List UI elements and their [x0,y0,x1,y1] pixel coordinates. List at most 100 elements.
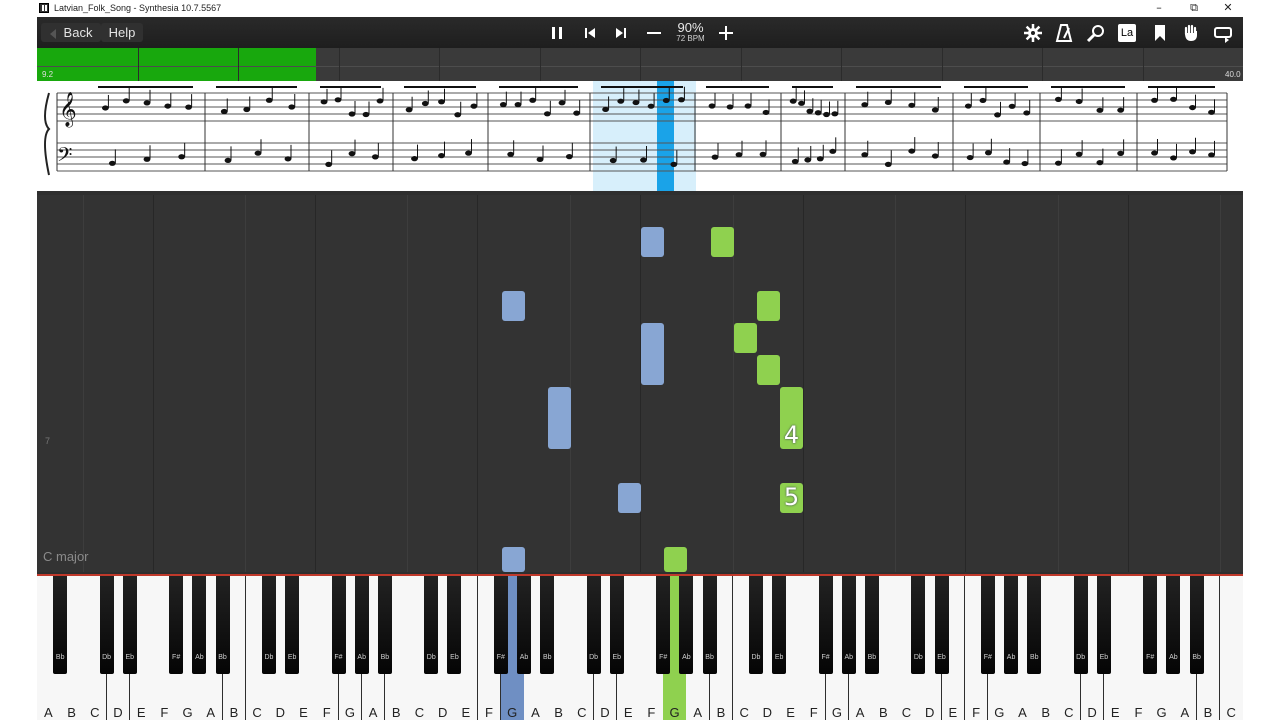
black-key[interactable]: Db [586,576,601,674]
black-key[interactable]: Bb [215,576,230,674]
piano-keyboard[interactable]: ABCDEFGABCDEFGABCDEFGABCDEFGABCDEFGABCDE… [37,576,1243,720]
black-key[interactable]: F# [493,576,508,674]
note-head [102,105,109,111]
black-key[interactable]: Eb [934,576,949,674]
hand-icon[interactable] [1180,22,1202,44]
note-head [178,154,186,160]
black-key[interactable]: Db [261,576,276,674]
progress-start-label: 9.2 [42,70,54,79]
note-head [979,97,987,104]
black-key[interactable]: Bb [1189,576,1204,674]
tempo-increase-icon[interactable] [715,22,737,44]
note-labels-icon[interactable]: La [1116,22,1138,44]
note-head [1096,107,1104,113]
white-key-label: C [1064,705,1074,720]
close-icon[interactable]: ✕ [1211,0,1245,17]
black-key[interactable]: Db [748,576,763,674]
progress-fill [37,48,316,81]
note-head [602,106,609,113]
black-key[interactable]: Eb [1096,576,1111,674]
window-title: Latvian_Folk_Song - Synthesia 10.7.5567 [54,3,222,13]
black-key-label: Eb [287,654,297,661]
falling-note-left [641,227,664,257]
tempo-display: 90% 72 BPM [674,21,707,43]
black-key[interactable]: Bb [1027,576,1042,674]
black-key[interactable]: Bb [53,576,68,674]
note-head [861,152,869,158]
white-key-label: E [948,705,958,720]
black-key[interactable]: Ab [192,576,207,674]
note-head [609,157,617,164]
black-key[interactable]: F# [169,576,184,674]
black-key[interactable]: Ab [1166,576,1181,674]
note-head [108,160,116,166]
black-key[interactable]: F# [331,576,346,674]
note-head [421,100,429,107]
black-key-label: Eb [774,654,784,661]
white-key-label: D [924,705,935,720]
black-key-label: Eb [450,654,459,661]
black-key[interactable]: F# [818,576,833,674]
white-key-label: G [182,705,193,720]
note-head [348,151,356,157]
black-key[interactable]: Ab [1004,576,1019,674]
white-key-label: E [299,705,308,720]
settings-gear-icon[interactable] [1022,22,1044,44]
white-key[interactable]: C [1219,576,1243,720]
pause-icon[interactable] [546,22,568,44]
black-key-label: Ab [844,654,853,661]
skip-back-icon[interactable] [579,22,601,44]
black-key[interactable]: Db [99,576,114,674]
black-key[interactable]: Bb [377,576,392,674]
note-head [411,156,418,162]
black-key[interactable]: Db [1073,576,1088,674]
sheet-music-strip[interactable]: 𝄞 𝄢 [37,81,1243,191]
back-arrow-icon [49,28,56,39]
note-head [405,107,413,113]
black-key[interactable]: F# [656,576,671,674]
black-key[interactable]: Bb [864,576,879,674]
help-button[interactable]: Help [101,23,143,42]
white-key-label: C [1226,705,1236,720]
black-key[interactable]: Eb [122,576,137,674]
white-key-label: C [739,705,749,720]
black-key-label: F# [821,654,830,661]
black-key[interactable]: Db [424,576,439,674]
black-key[interactable]: Ab [679,576,694,674]
note-head [122,98,130,104]
note-head [1189,104,1196,111]
progress-tick [1042,48,1043,81]
black-key[interactable]: Eb [285,576,300,674]
black-key[interactable]: Eb [447,576,462,674]
guide-line [965,195,966,572]
black-key-label: F# [496,654,505,661]
note-head [984,150,992,156]
black-key[interactable]: Bb [702,576,717,674]
guide-line [477,195,478,572]
black-key[interactable]: Bb [540,576,555,674]
black-key[interactable]: F# [1143,576,1158,674]
note-head [334,97,342,103]
bookmark-icon[interactable] [1149,22,1171,44]
progress-tick [137,48,139,81]
black-key[interactable]: Ab [841,576,856,674]
black-key[interactable]: Db [911,576,926,674]
note-labels-icon-text: La [1118,24,1136,42]
back-button[interactable]: Back [41,23,101,42]
search-icon[interactable] [1085,22,1107,44]
metronome-icon[interactable] [1053,22,1075,44]
restore-icon[interactable]: ⧉ [1177,0,1211,17]
black-key[interactable]: F# [980,576,995,674]
skip-forward-icon[interactable] [610,22,632,44]
song-progress-bar[interactable]: 9.2 40.0 [37,48,1243,81]
black-key[interactable]: Eb [609,576,624,674]
minimize-icon[interactable]: – [1142,0,1176,17]
note-head [647,103,655,109]
loop-icon[interactable] [1212,22,1234,44]
black-key[interactable]: Ab [517,576,532,674]
note-head [507,151,515,157]
black-key[interactable]: Eb [772,576,787,674]
finger-number: 5 [783,483,800,511]
black-key[interactable]: Ab [354,576,369,674]
tempo-decrease-icon[interactable] [643,22,665,44]
